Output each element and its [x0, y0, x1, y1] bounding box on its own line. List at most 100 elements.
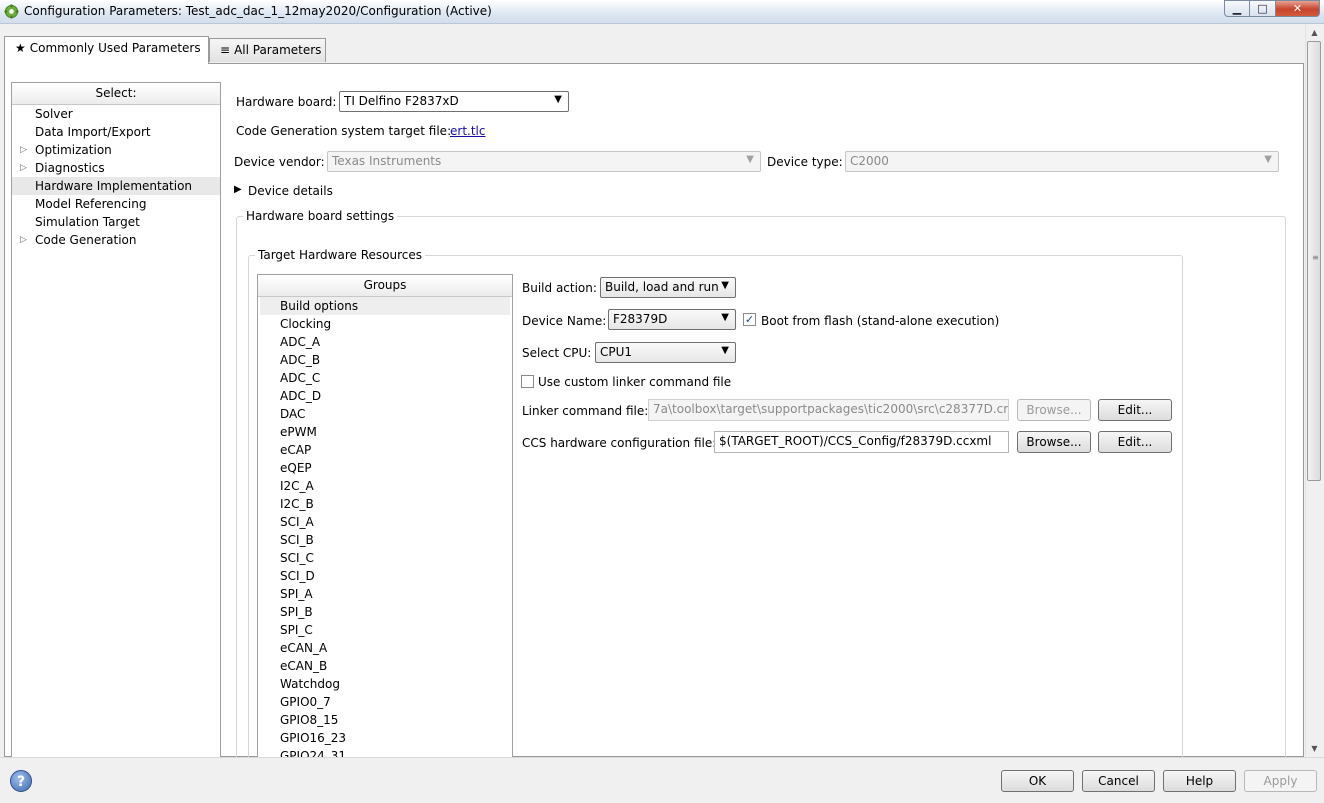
ok-button[interactable]: OK [1001, 770, 1074, 792]
linker-command-file-value: 7a\toolbox\target\supportpackages\tic200… [653, 402, 1009, 416]
sidebar-item-data-import-export[interactable]: Data Import/Export [12, 123, 220, 141]
group-item[interactable]: eCAP [258, 441, 512, 459]
linker-edit-button[interactable]: Edit... [1098, 399, 1172, 421]
group-item[interactable]: eCAN_A [258, 639, 512, 657]
scroll-down-icon[interactable]: ▼ [1306, 740, 1323, 757]
group-item[interactable]: SCI_B [258, 531, 512, 549]
group-item[interactable]: DAC [258, 405, 512, 423]
boot-from-flash-label: Boot from flash (stand-alone execution) [761, 314, 1000, 328]
device-vendor-label: Device vendor: [234, 155, 325, 169]
group-item[interactable]: eCAN_B [258, 657, 512, 675]
tab-label: Commonly Used Parameters [29, 41, 201, 55]
main-panel: Select: Solver Data Import/Export ▷ Optimiz… [4, 63, 1304, 769]
group-item[interactable]: SCI_C [258, 549, 512, 567]
select-cpu-value: CPU1 [600, 345, 633, 359]
window-controls: ▁ □ ✕ [1224, 0, 1320, 18]
group-items: Build options Clocking ADC_A ADC_B ADC_C ADC_… [258, 297, 512, 758]
sidebar-item-label: Diagnostics [35, 161, 105, 175]
device-name-select[interactable]: F28379D ▼ [608, 309, 736, 330]
category-tree: Select: Solver Data Import/Export ▷ Optimiz… [11, 82, 221, 758]
group-item[interactable]: Build options [260, 297, 510, 315]
device-type-value: C2000 [850, 154, 889, 168]
minimize-button[interactable]: ▁ [1224, 0, 1250, 17]
tab-all-parameters[interactable]: ≡ All Parameters [209, 38, 326, 62]
close-icon: ✕ [1292, 2, 1303, 15]
tab-bar: ★ Commonly Used Parameters ≡ All Parameter… [0, 24, 1305, 64]
simulink-config-icon [4, 4, 19, 19]
chevron-down-icon: ▼ [554, 94, 562, 105]
ccs-config-file-input[interactable]: $(TARGET_ROOT)/CCS_Config/f28379D.ccxml [714, 431, 1009, 453]
target-hardware-resources-legend: Target Hardware Resources [258, 248, 422, 262]
build-action-select[interactable]: Build, load and run ▼ [600, 277, 736, 298]
group-item[interactable]: SCI_D [258, 567, 512, 585]
check-icon: ✓ [744, 313, 755, 326]
group-item[interactable]: ADC_C [258, 369, 512, 387]
group-item[interactable]: SPI_C [258, 621, 512, 639]
group-item[interactable]: GPIO0_7 [258, 693, 512, 711]
star-icon: ★ [15, 41, 26, 55]
help-button[interactable]: Help [1163, 770, 1236, 792]
select-cpu-select[interactable]: CPU1 ▼ [595, 342, 736, 363]
device-vendor-select[interactable]: Texas Instruments ▼ [327, 151, 761, 172]
group-item[interactable]: ePWM [258, 423, 512, 441]
expander-icon[interactable]: ▷ [20, 141, 27, 159]
group-item[interactable]: ADC_B [258, 351, 512, 369]
sidebar-item-code-generation[interactable]: ▷ Code Generation [12, 231, 220, 249]
group-item[interactable]: SPI_A [258, 585, 512, 603]
help-icon[interactable]: ? [10, 770, 32, 792]
device-type-select[interactable]: C2000 ▼ [845, 151, 1279, 172]
ccs-config-file-label: CCS hardware configuration file: [522, 436, 717, 450]
chevron-down-icon: ▼ [721, 312, 729, 323]
expander-icon[interactable]: ▷ [20, 231, 27, 249]
hardware-board-label: Hardware board: [236, 95, 337, 109]
sidebar-item-solver[interactable]: Solver [12, 105, 220, 123]
group-item[interactable]: I2C_B [258, 495, 512, 513]
minimize-icon: ▁ [1232, 2, 1242, 15]
group-item[interactable]: GPIO8_15 [258, 711, 512, 729]
sidebar-item-label: Model Referencing [35, 197, 147, 211]
group-item[interactable]: ADC_D [258, 387, 512, 405]
vertical-scrollbar[interactable]: ▲ ≡ ▼ [1305, 24, 1322, 757]
hardware-board-select[interactable]: TI Delfino F2837xD ▼ [339, 91, 569, 112]
group-item[interactable]: Watchdog [258, 675, 512, 693]
custom-linker-checkbox[interactable] [521, 375, 534, 388]
sidebar-item-simulation-target[interactable]: Simulation Target [12, 213, 220, 231]
linker-command-file-input[interactable]: 7a\toolbox\target\supportpackages\tic200… [648, 399, 1009, 421]
group-item[interactable]: SPI_B [258, 603, 512, 621]
ccs-edit-button[interactable]: Edit... [1098, 431, 1172, 453]
apply-button[interactable]: Apply [1244, 770, 1317, 792]
group-item[interactable]: SCI_A [258, 513, 512, 531]
group-item[interactable]: eQEP [258, 459, 512, 477]
select-cpu-label: Select CPU: [522, 346, 592, 360]
scrollbar-thumb[interactable]: ≡ [1307, 41, 1321, 481]
build-action-label: Build action: [522, 281, 597, 295]
close-button[interactable]: ✕ [1276, 0, 1320, 17]
expander-icon[interactable]: ▷ [20, 159, 27, 177]
sidebar-item-label: Code Generation [35, 233, 137, 247]
sidebar-item-diagnostics[interactable]: ▷ Diagnostics [12, 159, 220, 177]
sidebar-item-hardware-implementation[interactable]: Hardware Implementation [12, 177, 220, 195]
group-item[interactable]: Clocking [258, 315, 512, 333]
ccs-browse-button[interactable]: Browse... [1017, 431, 1091, 453]
group-item[interactable]: GPIO16_23 [258, 729, 512, 747]
hardware-board-settings-legend: Hardware board settings [246, 209, 395, 223]
group-item[interactable]: I2C_A [258, 477, 512, 495]
sidebar-item-optimization[interactable]: ▷ Optimization [12, 141, 220, 159]
linker-browse-button[interactable]: Browse... [1017, 399, 1091, 421]
chevron-down-icon: ▼ [1264, 154, 1272, 165]
title-bar: Configuration Parameters: Test_adc_dac_1… [0, 0, 1324, 24]
sidebar-item-label: Data Import/Export [35, 125, 151, 139]
group-item[interactable]: ADC_A [258, 333, 512, 351]
boot-from-flash-checkbox[interactable]: ✓ [743, 313, 756, 326]
cancel-button[interactable]: Cancel [1082, 770, 1155, 792]
chevron-down-icon: ▼ [721, 345, 729, 356]
device-details-toggle[interactable]: Device details [248, 184, 333, 198]
device-details-expander-icon[interactable]: ▶ [234, 184, 242, 195]
scroll-up-icon[interactable]: ▲ [1306, 24, 1323, 41]
sidebar-item-model-referencing[interactable]: Model Referencing [12, 195, 220, 213]
build-action-value: Build, load and run [605, 280, 719, 294]
sidebar-item-label: Hardware Implementation [35, 179, 193, 193]
codegen-target-link[interactable]: ert.tlc [450, 124, 485, 138]
maximize-button[interactable]: □ [1250, 0, 1276, 17]
tab-commonly-used-parameters[interactable]: ★ Commonly Used Parameters [4, 36, 209, 64]
